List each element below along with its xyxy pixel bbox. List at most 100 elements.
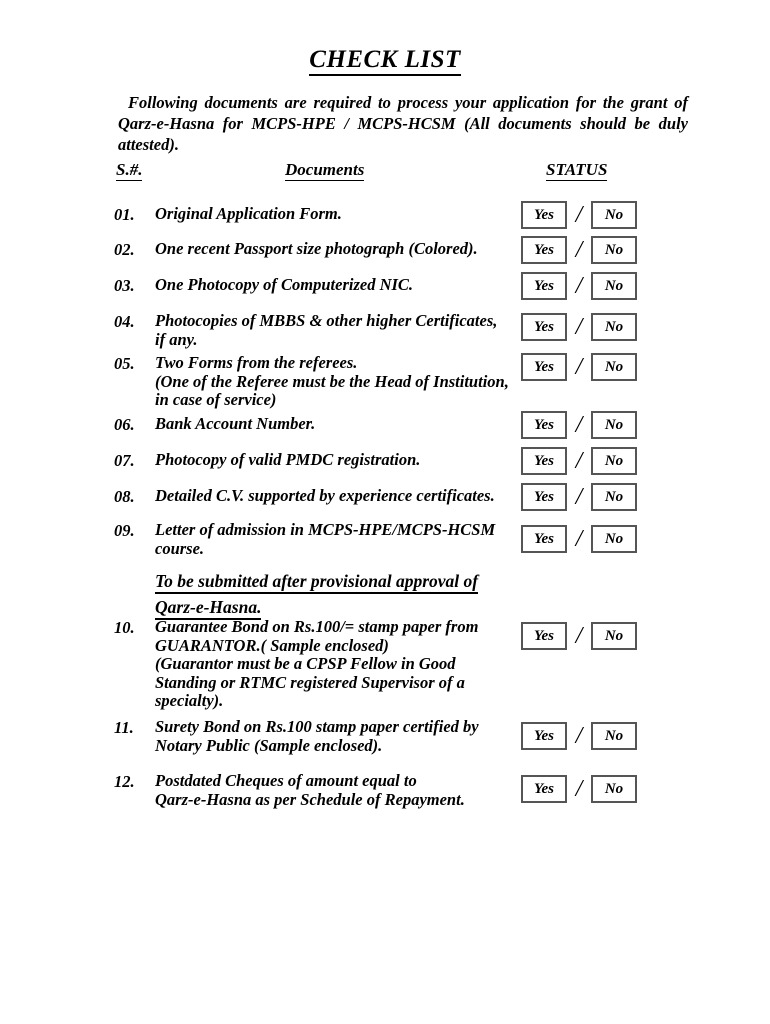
item-number: 10. bbox=[114, 618, 135, 637]
status-yes-checkbox[interactable]: Yes bbox=[521, 272, 567, 300]
item-description: Detailed C.V. supported by experience ce… bbox=[155, 486, 505, 506]
status-control: Yes / No bbox=[521, 201, 637, 229]
status-separator: / bbox=[575, 273, 583, 299]
status-no-checkbox[interactable]: No bbox=[591, 775, 637, 803]
status-separator: / bbox=[575, 354, 583, 380]
item-description: One recent Passport size photograph (Col… bbox=[155, 239, 505, 259]
status-yes-checkbox[interactable]: Yes bbox=[521, 411, 567, 439]
item-number: 12. bbox=[114, 772, 135, 791]
status-yes-checkbox[interactable]: Yes bbox=[521, 483, 567, 511]
item-description-line: Guarantee Bond on Rs.100/= stamp paper f… bbox=[155, 617, 479, 636]
status-separator: / bbox=[575, 776, 583, 802]
status-control: Yes / No bbox=[521, 622, 637, 650]
item-description: One Photocopy of Computerized NIC. bbox=[155, 275, 505, 295]
status-control: Yes / No bbox=[521, 525, 637, 553]
status-yes-checkbox[interactable]: Yes bbox=[521, 201, 567, 229]
item-description-line: if any. bbox=[155, 329, 198, 349]
item-description-line: Notary Public (Sample enclosed). bbox=[155, 735, 383, 755]
status-separator: / bbox=[575, 448, 583, 474]
status-no-checkbox[interactable]: No bbox=[591, 483, 637, 511]
status-yes-checkbox[interactable]: Yes bbox=[521, 313, 567, 341]
item-number: 04. bbox=[114, 312, 135, 331]
status-control: Yes / No bbox=[521, 775, 637, 803]
item-description-line: Original Application Form. bbox=[155, 204, 342, 223]
status-no-checkbox[interactable]: No bbox=[591, 201, 637, 229]
status-separator: / bbox=[575, 723, 583, 749]
status-no-checkbox[interactable]: No bbox=[591, 272, 637, 300]
status-yes-checkbox[interactable]: Yes bbox=[521, 775, 567, 803]
status-no-checkbox[interactable]: No bbox=[591, 236, 637, 264]
item-number: 06. bbox=[114, 415, 135, 434]
status-yes-checkbox[interactable]: Yes bbox=[521, 447, 567, 475]
status-no-checkbox[interactable]: No bbox=[591, 525, 637, 553]
status-control: Yes / No bbox=[521, 272, 637, 300]
status-control: Yes / No bbox=[521, 353, 637, 381]
status-control: Yes / No bbox=[521, 447, 637, 475]
item-description-line: Photocopies of MBBS & other higher Certi… bbox=[155, 311, 498, 330]
status-separator: / bbox=[575, 314, 583, 340]
section-heading-line-1: To be submitted after provisional approv… bbox=[155, 570, 479, 594]
item-description-line: One recent Passport size photograph (Col… bbox=[155, 239, 478, 258]
status-yes-checkbox[interactable]: Yes bbox=[521, 622, 567, 650]
item-number: 09. bbox=[114, 521, 135, 540]
status-separator: / bbox=[575, 412, 583, 438]
status-no-checkbox[interactable]: No bbox=[591, 411, 637, 439]
item-number: 02. bbox=[114, 240, 135, 259]
item-description-line: Bank Account Number. bbox=[155, 414, 316, 433]
item-description-line: Qarz-e-Hasna as per Schedule of Repaymen… bbox=[155, 789, 465, 809]
status-control: Yes / No bbox=[521, 411, 637, 439]
intro-paragraph: Following documents are required to proc… bbox=[118, 93, 688, 154]
status-control: Yes / No bbox=[521, 483, 637, 511]
status-control: Yes / No bbox=[521, 722, 637, 750]
status-separator: / bbox=[575, 623, 583, 649]
item-description-line: in case of service) bbox=[155, 390, 277, 409]
status-no-checkbox[interactable]: No bbox=[591, 447, 637, 475]
status-yes-checkbox[interactable]: Yes bbox=[521, 525, 567, 553]
item-description-line: Surety Bond on Rs.100 stamp paper certif… bbox=[155, 717, 479, 736]
item-description: Bank Account Number. bbox=[155, 414, 505, 434]
status-control: Yes / No bbox=[521, 313, 637, 341]
page-title: CHECK LIST bbox=[0, 46, 770, 76]
item-number: 01. bbox=[114, 205, 135, 224]
item-description: Postdated Cheques of amount equal to Qarz… bbox=[155, 771, 505, 809]
column-headers: S.#. Documents STATUS bbox=[0, 160, 770, 184]
item-number: 08. bbox=[114, 487, 135, 506]
status-separator: / bbox=[575, 202, 583, 228]
item-description-line: GUARANTOR.( Sample enclosed) bbox=[155, 635, 389, 655]
item-description-line: Postdated Cheques of amount equal to bbox=[155, 771, 417, 790]
status-separator: / bbox=[575, 484, 583, 510]
status-no-checkbox[interactable]: No bbox=[591, 353, 637, 381]
section-heading-line-2: Qarz-e-Hasna. bbox=[155, 596, 262, 620]
item-description-line: (Guarantor must be a CPSP Fellow in Good bbox=[155, 654, 456, 673]
status-no-checkbox[interactable]: No bbox=[591, 622, 637, 650]
item-description-line: Detailed C.V. supported by experience ce… bbox=[155, 486, 495, 505]
item-number: 11. bbox=[114, 718, 134, 737]
item-description-line: One Photocopy of Computerized NIC. bbox=[155, 275, 414, 294]
status-yes-checkbox[interactable]: Yes bbox=[521, 722, 567, 750]
item-description: Photocopy of valid PMDC registration. bbox=[155, 450, 505, 470]
item-description-line: Two Forms from the referees. bbox=[155, 353, 358, 372]
item-number: 05. bbox=[114, 354, 135, 373]
item-description-line: course. bbox=[155, 538, 205, 558]
page-title-text: CHECK LIST bbox=[309, 46, 461, 76]
item-description-line: (One of the Referee must be the Head of … bbox=[155, 371, 509, 391]
item-number: 07. bbox=[114, 451, 135, 470]
column-header-status: STATUS bbox=[546, 160, 608, 181]
status-yes-checkbox[interactable]: Yes bbox=[521, 353, 567, 381]
item-description: Two Forms from the referees. (One of the … bbox=[155, 353, 509, 410]
item-description: Guarantee Bond on Rs.100/= stamp paper f… bbox=[155, 617, 505, 711]
item-description: Photocopies of MBBS & other higher Certi… bbox=[155, 311, 505, 349]
item-description: Surety Bond on Rs.100 stamp paper certif… bbox=[155, 717, 505, 755]
item-number: 03. bbox=[114, 276, 135, 295]
status-separator: / bbox=[575, 237, 583, 263]
status-no-checkbox[interactable]: No bbox=[591, 313, 637, 341]
item-description: Original Application Form. bbox=[155, 204, 505, 224]
status-separator: / bbox=[575, 526, 583, 552]
status-no-checkbox[interactable]: No bbox=[591, 722, 637, 750]
status-yes-checkbox[interactable]: Yes bbox=[521, 236, 567, 264]
document-page: CHECK LIST Following documents are requi… bbox=[0, 0, 770, 1024]
section-heading: To be submitted after provisional approv… bbox=[155, 570, 555, 620]
item-description: Letter of admission in MCPS-HPE/MCPS-HCS… bbox=[155, 520, 505, 558]
column-header-documents: Documents bbox=[285, 160, 365, 181]
item-description-line: Standing or RTMC registered Supervisor o… bbox=[155, 672, 465, 692]
